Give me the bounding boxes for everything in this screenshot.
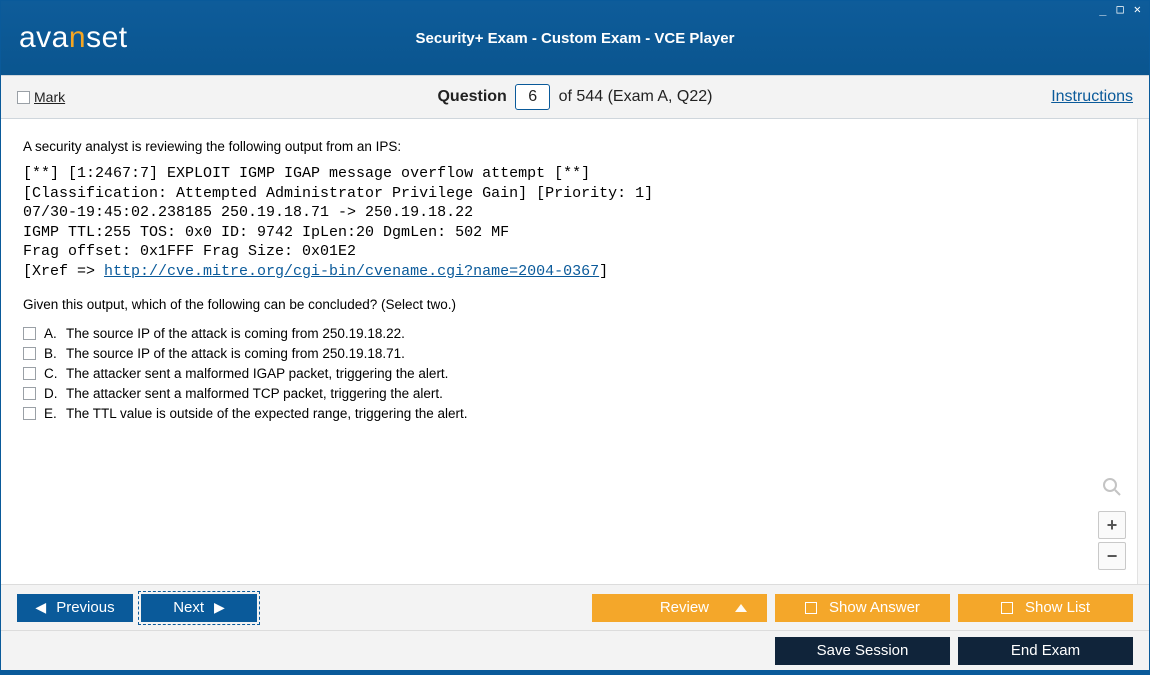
checkbox-icon[interactable] [23,367,36,380]
scrollbar-track[interactable] [1137,119,1149,584]
checkbox-icon[interactable] [23,387,36,400]
save-session-button[interactable]: Save Session [775,637,950,665]
brand-text-suffix: set [86,21,128,54]
zoom-controls: + − [1097,477,1127,570]
close-icon[interactable]: ✕ [1132,3,1143,15]
question-followup: Given this output, which of the followin… [23,297,1113,312]
question-intro: A security analyst is reviewing the foll… [23,139,1113,154]
content-wrap: A security analyst is reviewing the foll… [1,119,1149,584]
answer-option[interactable]: C. The attacker sent a malformed IGAP pa… [23,366,1113,381]
ips-line: Frag offset: 0x1FFF Frag Size: 0x01E2 [23,243,356,260]
zoom-out-button[interactable]: − [1098,542,1126,570]
window-title: Security+ Exam - Custom Exam - VCE Playe… [1,30,1149,47]
answer-letter: A. [44,326,58,341]
answer-option[interactable]: B. The source IP of the attack is coming… [23,346,1113,361]
ips-output: [**] [1:2467:7] EXPLOIT IGMP IGAP messag… [23,164,1113,281]
review-label: Review [660,599,709,616]
end-exam-button[interactable]: End Exam [958,637,1133,665]
answer-letter: E. [44,406,58,421]
answer-text: The TTL value is outside of the expected… [66,406,468,421]
ips-xref-prefix: [Xref => [23,263,104,280]
ips-line: IGMP TTL:255 TOS: 0x0 ID: 9742 IpLen:20 … [23,224,509,241]
cve-link[interactable]: http://cve.mitre.org/cgi-bin/cvename.cgi… [104,263,599,280]
brand-logo: avanset [19,21,128,55]
answer-text: The attacker sent a malformed TCP packet… [66,386,443,401]
chevron-left-icon: ◀ [35,599,46,616]
brand-text-accent: n [69,21,86,54]
show-answer-button[interactable]: Show Answer [775,594,950,622]
answer-text: The source IP of the attack is coming fr… [66,326,405,341]
show-list-label: Show List [1025,599,1090,616]
answer-option[interactable]: E. The TTL value is outside of the expec… [23,406,1113,421]
minimize-icon[interactable]: _ [1097,3,1108,15]
checkbox-icon[interactable] [805,602,817,614]
checkbox-icon[interactable] [23,327,36,340]
answer-list: A. The source IP of the attack is coming… [23,326,1113,421]
review-button[interactable]: Review [592,594,767,622]
window-controls: _ □ ✕ [1097,3,1143,15]
answer-option[interactable]: D. The attacker sent a malformed TCP pac… [23,386,1113,401]
magnifier-icon[interactable] [1102,477,1122,502]
question-header-bar: Mark Question 6 of 544 (Exam A, Q22) Ins… [1,75,1149,119]
chevron-right-icon: ▶ [214,599,225,616]
answer-letter: D. [44,386,58,401]
ips-line: [Classification: Attempted Administrator… [23,185,653,202]
next-button[interactable]: Next ▶ [141,594,257,622]
checkbox-icon[interactable] [23,347,36,360]
question-of-text: of 544 (Exam A, Q22) [559,88,713,105]
previous-label: Previous [56,599,114,616]
ips-line: 07/30-19:45:02.238185 250.19.18.71 -> 25… [23,204,473,221]
next-label: Next [173,599,204,616]
show-answer-label: Show Answer [829,599,920,616]
ips-line: [**] [1:2467:7] EXPLOIT IGMP IGAP messag… [23,165,590,182]
maximize-icon[interactable]: □ [1115,3,1126,15]
answer-option[interactable]: A. The source IP of the attack is coming… [23,326,1113,341]
show-list-button[interactable]: Show List [958,594,1133,622]
ips-xref-suffix: ] [599,263,608,280]
session-button-row: Save Session End Exam [1,630,1149,674]
previous-button[interactable]: ◀ Previous [17,594,133,622]
question-word: Question [437,88,506,105]
question-content: A security analyst is reviewing the foll… [1,119,1137,584]
answer-text: The source IP of the attack is coming fr… [66,346,405,361]
nav-button-row: ◀ Previous Next ▶ Review Show Answer Sho… [1,584,1149,630]
answer-letter: B. [44,346,58,361]
checkbox-icon[interactable] [23,407,36,420]
question-info: Question 6 of 544 (Exam A, Q22) [1,84,1149,110]
zoom-in-button[interactable]: + [1098,511,1126,539]
triangle-up-icon [735,604,747,612]
answer-text: The attacker sent a malformed IGAP packe… [66,366,448,381]
checkbox-icon[interactable] [1001,602,1013,614]
brand-text-prefix: ava [19,21,69,54]
question-number-box[interactable]: 6 [515,84,550,110]
title-bar: avanset Security+ Exam - Custom Exam - V… [1,1,1149,75]
answer-letter: C. [44,366,58,381]
